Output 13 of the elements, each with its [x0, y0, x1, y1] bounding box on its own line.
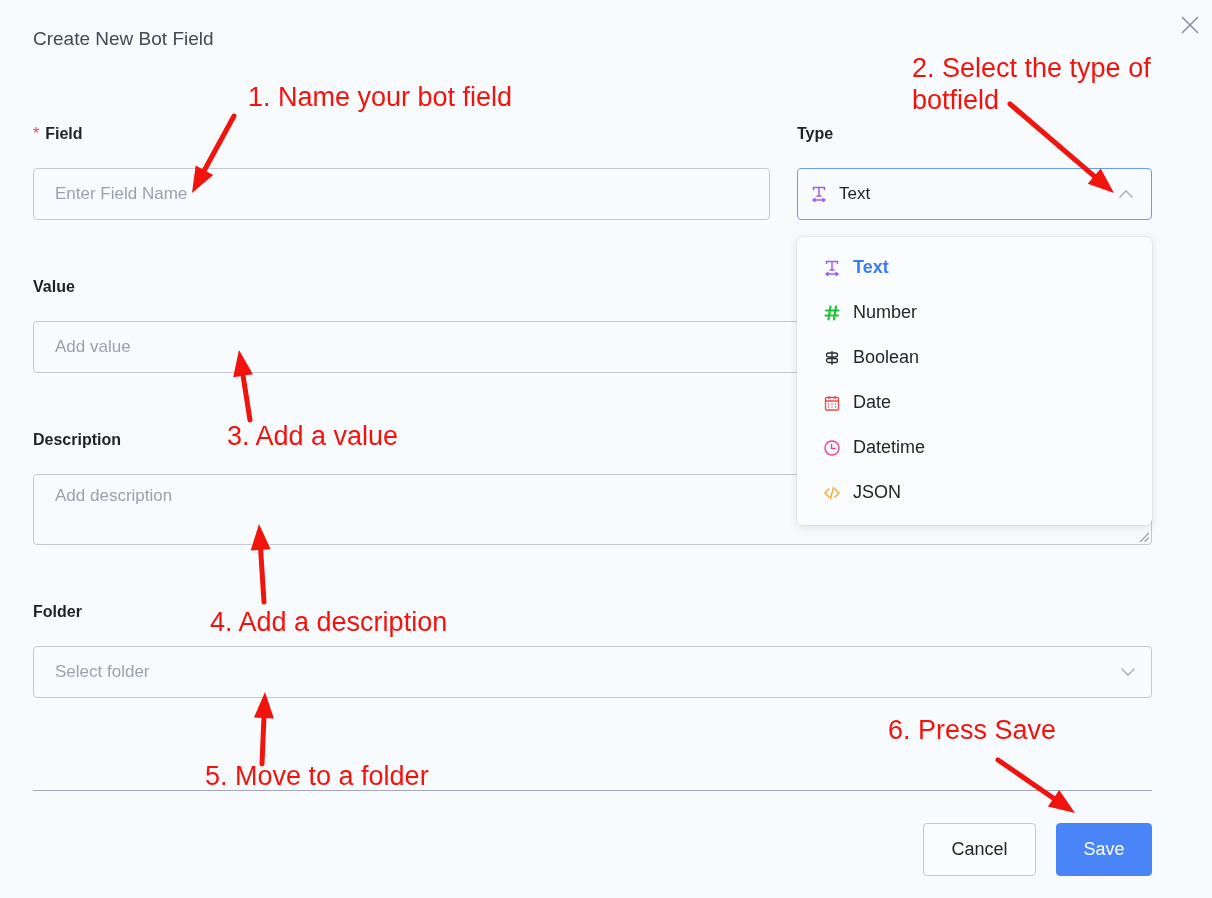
type-label: Type	[797, 124, 834, 144]
value-label: Value	[33, 277, 75, 297]
dialog-title: Create New Bot Field	[33, 27, 214, 51]
required-mark: *	[33, 124, 40, 144]
annotation-text: 3. Add a value	[227, 420, 399, 452]
annotation-text: 1. Name your bot field	[248, 81, 513, 113]
description-label: Description	[33, 430, 121, 450]
annotation-text: 5. Move to a folder	[205, 760, 429, 792]
annotation-text: 2. Select the type of botfield	[912, 52, 1152, 116]
annotation-text: 6. Press Save	[888, 714, 1057, 746]
folder-label: Folder	[33, 602, 82, 622]
annotation-text: 4. Add a description	[210, 606, 448, 638]
field-label: Field	[45, 124, 83, 144]
